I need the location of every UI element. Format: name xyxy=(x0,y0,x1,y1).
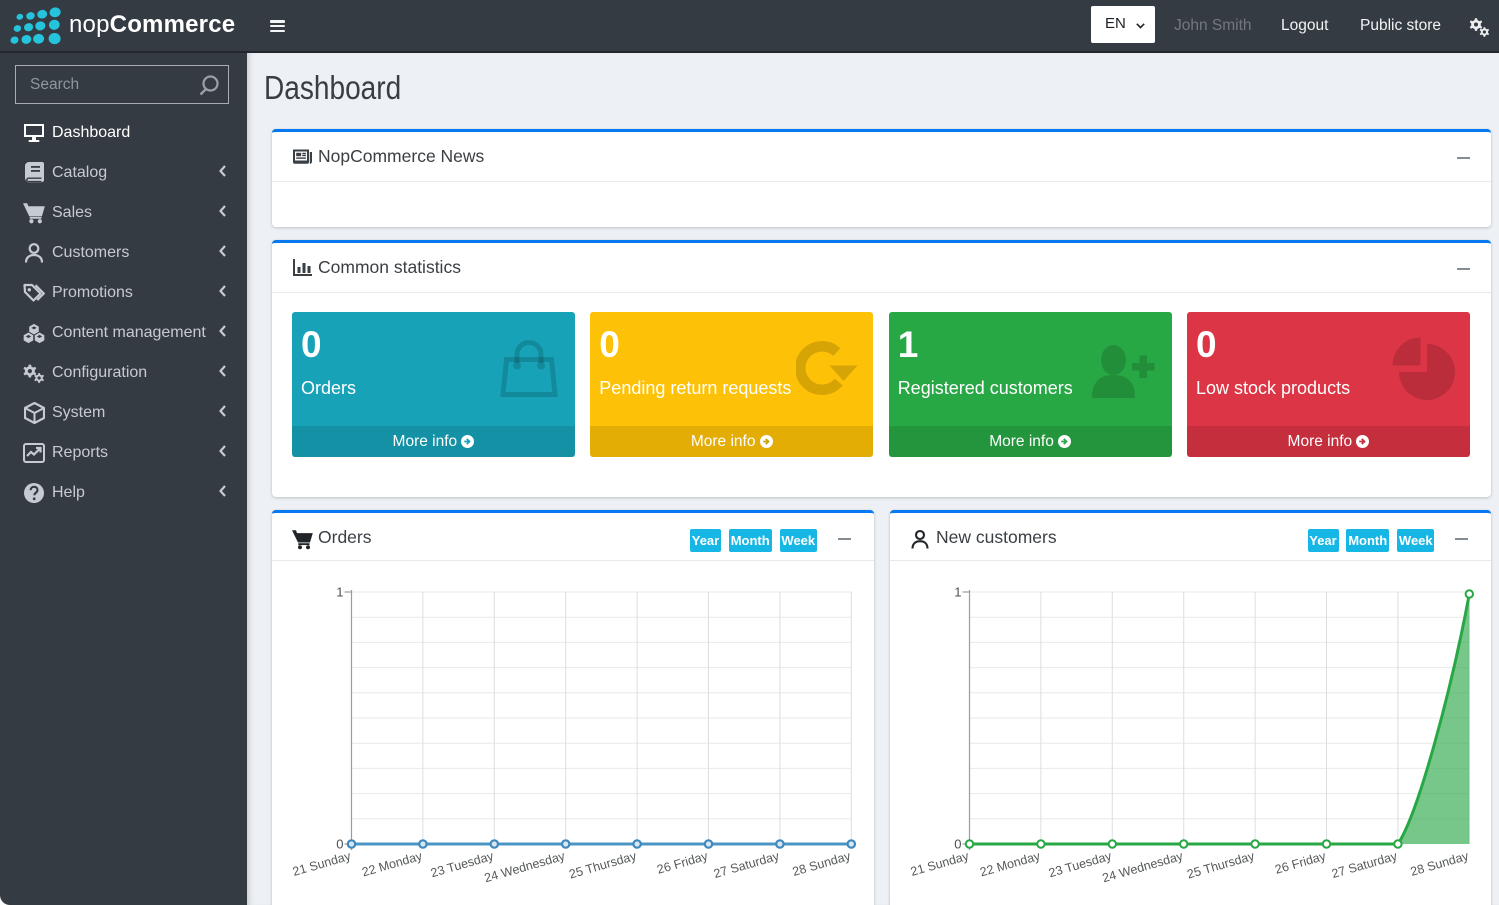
svg-text:27 Saturday: 27 Saturday xyxy=(712,849,781,881)
svg-text:27 Saturday: 27 Saturday xyxy=(1330,849,1399,881)
svg-text:0: 0 xyxy=(336,837,343,852)
svg-text:26 Friday: 26 Friday xyxy=(655,849,710,877)
svg-text:26 Friday: 26 Friday xyxy=(1273,849,1328,877)
svg-text:22 Monday: 22 Monday xyxy=(978,849,1042,880)
svg-text:1: 1 xyxy=(336,585,343,600)
svg-text:25 Thursday: 25 Thursday xyxy=(567,849,638,882)
svg-text:24 Wednesday: 24 Wednesday xyxy=(483,849,568,886)
svg-text:0: 0 xyxy=(954,837,961,852)
svg-text:21 Sunday: 21 Sunday xyxy=(909,849,971,879)
svg-text:28 Sunday: 28 Sunday xyxy=(791,849,853,879)
svg-text:22 Monday: 22 Monday xyxy=(360,849,424,880)
svg-text:1: 1 xyxy=(954,585,961,600)
svg-text:21 Sunday: 21 Sunday xyxy=(291,849,353,879)
svg-text:25 Thursday: 25 Thursday xyxy=(1185,849,1256,882)
svg-text:24 Wednesday: 24 Wednesday xyxy=(1101,849,1186,886)
svg-text:28 Sunday: 28 Sunday xyxy=(1409,849,1471,879)
